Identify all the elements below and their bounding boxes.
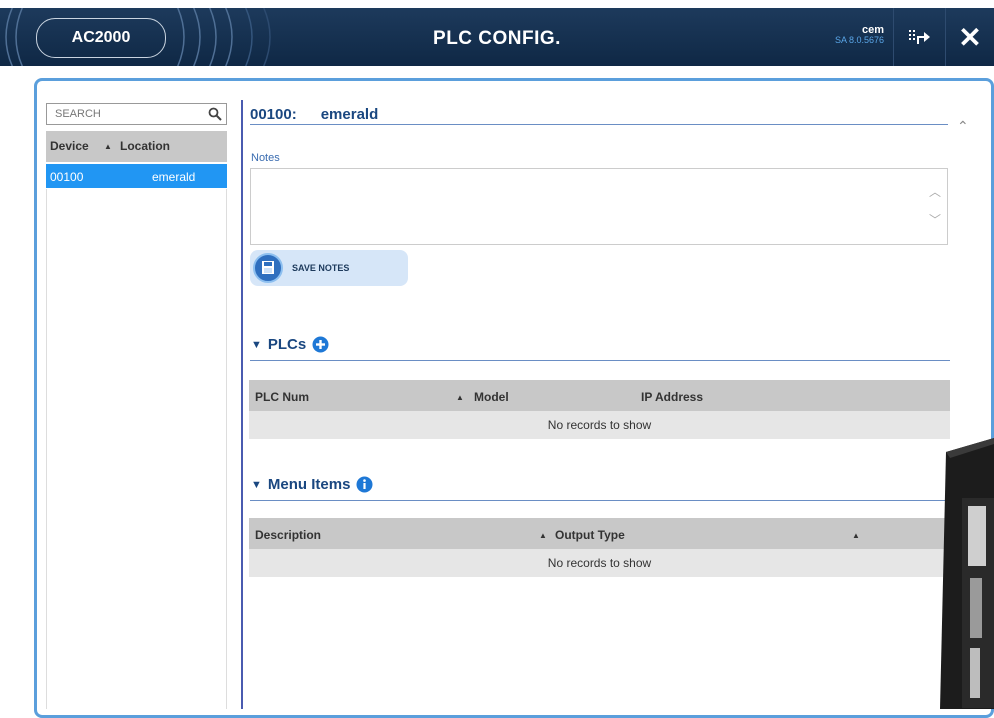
user-name: cem: [861, 24, 884, 36]
plcs-title: PLCs: [267, 336, 307, 353]
device-list-body: [46, 189, 227, 709]
add-plc-icon[interactable]: [312, 336, 329, 353]
column-model[interactable]: Model: [474, 390, 509, 404]
menu-items-empty-row: No records to show: [249, 549, 950, 577]
sort-icon: ▲: [852, 531, 860, 540]
device-title: 00100: emerald: [250, 106, 378, 123]
logout-icon: [909, 30, 930, 44]
menu-items-title: Menu Items: [267, 476, 351, 493]
user-info: cem SA 8.0.5676: [834, 24, 884, 46]
sort-asc-icon: ▲: [539, 531, 547, 540]
controller-hardware-image: [940, 438, 994, 709]
device-location: emerald: [152, 170, 196, 184]
title-divider: [250, 124, 948, 125]
sort-asc-icon: ▲: [456, 393, 464, 402]
device-list-header: Device ▲ Location: [46, 131, 227, 162]
column-output-type[interactable]: Output Type: [555, 528, 625, 542]
column-device[interactable]: Device: [50, 139, 89, 153]
splitter[interactable]: [241, 100, 243, 709]
column-location[interactable]: Location: [120, 139, 170, 153]
save-notes-label: SAVE NOTES: [292, 263, 350, 273]
info-icon[interactable]: [356, 476, 373, 493]
collapse-triangle-icon: ▼: [251, 478, 262, 491]
search-input[interactable]: SEARCH: [46, 103, 227, 125]
menu-items-divider: [250, 500, 950, 501]
chevron-down-icon[interactable]: ﹀: [929, 211, 941, 228]
version-label: SA 8.0.5676: [834, 35, 884, 45]
sort-asc-icon: ▲: [104, 142, 112, 151]
plcs-empty-row: No records to show: [249, 411, 950, 439]
plcs-divider: [250, 360, 950, 361]
plcs-grid-header: PLC Num ▲ Model IP Address: [249, 380, 950, 411]
plcs-section-toggle[interactable]: ▼ PLCs: [251, 336, 329, 353]
device-row[interactable]: 00100 emerald: [46, 164, 227, 188]
search-placeholder: SEARCH: [55, 108, 101, 120]
close-button[interactable]: ✕: [945, 8, 994, 66]
column-description[interactable]: Description: [255, 528, 321, 542]
save-notes-button[interactable]: SAVE NOTES: [250, 250, 408, 286]
notes-label: Notes: [251, 152, 280, 164]
scroll-up-icon[interactable]: ⌃: [957, 118, 969, 135]
column-plc-num[interactable]: PLC Num: [255, 390, 309, 404]
device-title-id: 00100:: [250, 106, 297, 123]
logout-button[interactable]: [893, 8, 946, 66]
chevron-up-icon[interactable]: ︿: [929, 183, 941, 200]
floppy-disk-icon: [253, 253, 283, 283]
menu-items-section-toggle[interactable]: ▼ Menu Items: [251, 476, 373, 493]
collapse-triangle-icon: ▼: [251, 338, 262, 351]
search-icon[interactable]: [208, 107, 222, 121]
column-ip-address[interactable]: IP Address: [641, 390, 703, 404]
device-id: 00100: [50, 170, 84, 184]
menu-items-grid-header: Description ▲ Output Type ▲: [249, 518, 950, 549]
close-icon: ✕: [958, 21, 982, 53]
device-title-location: emerald: [320, 106, 379, 123]
top-bar: AC2000 PLC CONFIG. cem SA 8.0.5676 ✕: [0, 8, 994, 66]
notes-textarea[interactable]: ︿ ﹀: [250, 168, 948, 245]
